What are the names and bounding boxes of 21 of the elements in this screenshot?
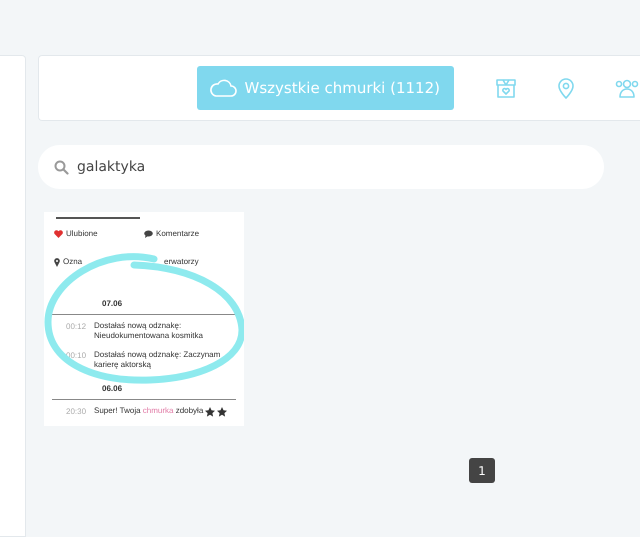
tab-label[interactable]: Komentarze [156,228,200,240]
page-button[interactable]: 1 [469,458,495,483]
date-heading: 07.06 [52,298,236,315]
pin-icon [54,258,60,266]
date-heading: 06.06 [52,382,236,400]
stars-icon [205,406,228,417]
entry-text: Dostałaś nową odznakę: Nieudokumentowana kosmitka [94,321,204,342]
tab-label[interactable]: erwatorzy [164,256,199,268]
tab-label[interactable]: Ozna [63,256,82,268]
heart-icon [54,230,63,238]
search-bar[interactable]: galaktyka [38,145,604,189]
search-icon [54,160,69,174]
entry-time: 00:12 [66,321,88,333]
cloud-icon [208,78,237,98]
entry-text: Super! Twoja chmurka zdobyła [94,406,204,417]
search-field[interactable]: galaktyka [75,156,555,178]
gift-box-icon[interactable] [494,76,518,100]
tab-label[interactable]: Ulubione [66,228,98,240]
comment-icon [144,230,153,238]
entry-time: 20:30 [66,406,88,418]
entry-text: Dostałaś nową odznakę: Zaczynam karierę aktorską [94,350,222,371]
